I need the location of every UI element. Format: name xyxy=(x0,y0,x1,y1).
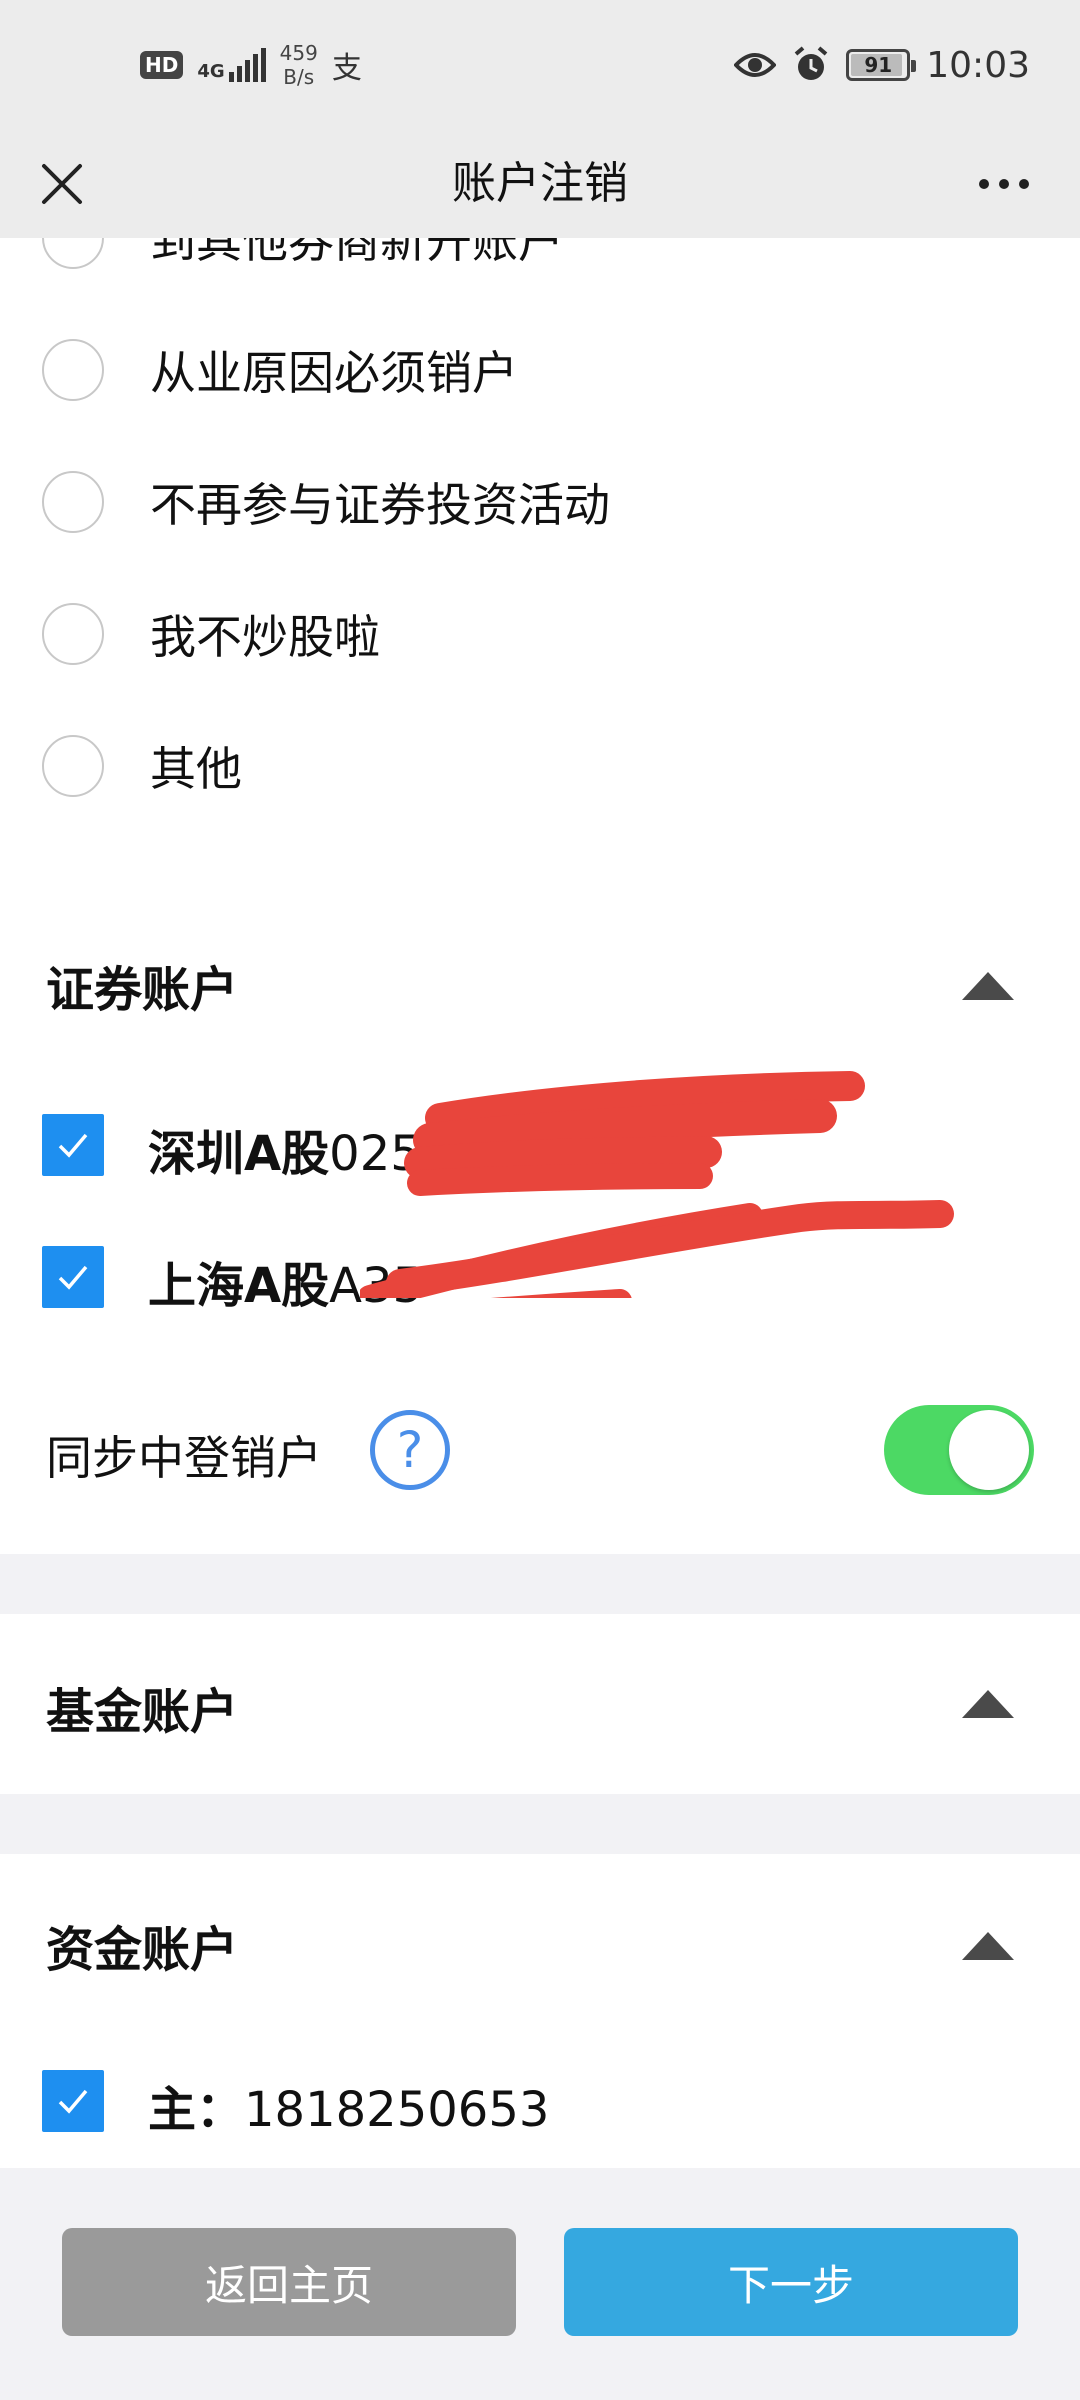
collapse-icon[interactable] xyxy=(962,1932,1014,1960)
reason-option[interactable]: 其他 xyxy=(0,700,1080,832)
network-type: 4G xyxy=(197,61,225,82)
checkbox-capital-main[interactable] xyxy=(42,2070,104,2132)
radio-button[interactable] xyxy=(42,735,104,797)
bottom-action-bar: 返回主页 下一步 xyxy=(0,2168,1080,2400)
hd-icon: HD xyxy=(140,51,184,79)
market-name: 上海A股 xyxy=(148,1258,330,1314)
close-icon xyxy=(42,164,82,204)
radio-button[interactable] xyxy=(42,471,104,533)
radio-button[interactable] xyxy=(42,238,104,269)
reason-option[interactable]: 到其他券商新开账户 xyxy=(0,238,1080,304)
content-area[interactable]: 到其他券商新开账户 从业原因必须销户 不再参与证券投资活动 我不炒股啦 其他 证… xyxy=(0,238,1080,2168)
close-button[interactable] xyxy=(30,152,94,216)
check-icon xyxy=(58,1265,88,1290)
sync-label: 同步中登销户 xyxy=(46,1431,322,1485)
page-title: 账户注销 xyxy=(452,158,628,209)
signal-icon: 4G xyxy=(197,48,266,82)
redaction-scribble xyxy=(360,1071,954,1298)
reason-label: 从业原因必须销户 xyxy=(150,346,518,400)
checkbox-shanghai-a[interactable] xyxy=(42,1246,104,1308)
toggle-knob xyxy=(949,1410,1029,1490)
collapse-icon[interactable] xyxy=(962,972,1014,1000)
reason-label: 其他 xyxy=(150,742,242,796)
reason-label: 不再参与证券投资活动 xyxy=(150,478,610,532)
clock: 10:03 xyxy=(926,44,1030,86)
checkbox-shenzhen-a[interactable] xyxy=(42,1114,104,1176)
collapse-icon[interactable] xyxy=(962,1690,1014,1718)
reason-label: 我不炒股啦 xyxy=(150,610,380,664)
status-right: 91 10:03 xyxy=(734,40,1030,90)
title-bar: 账户注销 xyxy=(0,130,1080,238)
check-icon xyxy=(58,1133,88,1158)
reason-option[interactable]: 不再参与证券投资活动 xyxy=(0,436,1080,568)
check-icon xyxy=(58,2089,88,2114)
more-options-button[interactable] xyxy=(954,152,1054,216)
battery-level: 91 xyxy=(864,53,893,77)
sync-toggle[interactable] xyxy=(884,1405,1034,1495)
market-name: 深圳A股 xyxy=(148,1126,330,1182)
eye-icon xyxy=(734,53,777,77)
reason-option[interactable]: 从业原因必须销户 xyxy=(0,304,1080,436)
next-step-button[interactable]: 下一步 xyxy=(564,2228,1018,2336)
radio-button[interactable] xyxy=(42,603,104,665)
more-dot-icon xyxy=(999,179,1009,189)
fund-account-section: 基金账户 xyxy=(0,1614,1080,1794)
alipay-icon: 支 xyxy=(331,51,362,86)
capital-main-account: 主：1818250653 xyxy=(148,2070,549,2140)
main-prefix: 主： xyxy=(148,2082,245,2138)
section-title: 资金账户 xyxy=(46,1922,239,1978)
account-number: 1818250653 xyxy=(244,2082,550,2138)
return-home-button[interactable]: 返回主页 xyxy=(62,2228,516,2336)
status-bar: HD 4G 459 B/s 支 91 10:03 xyxy=(0,0,1080,130)
alarm-icon xyxy=(794,46,828,80)
securities-account-section: 证券账户 深圳A股0253 上海A股A35 同步中登销户 ? xyxy=(0,898,1080,1554)
reason-label: 到其他券商新开账户 xyxy=(150,238,564,268)
more-dot-icon xyxy=(1019,179,1029,189)
reason-option[interactable]: 我不炒股啦 xyxy=(0,568,1080,700)
radio-button[interactable] xyxy=(42,339,104,401)
capital-account-section: 资金账户 主：1818250653 xyxy=(0,1854,1080,2168)
network-speed: 459 B/s xyxy=(279,41,318,89)
help-icon[interactable]: ? xyxy=(370,1410,450,1490)
status-left: HD 4G 459 B/s 支 xyxy=(140,40,362,90)
battery-icon: 91 xyxy=(846,49,917,81)
section-title: 基金账户 xyxy=(46,1684,239,1740)
more-dot-icon xyxy=(979,179,989,189)
section-title: 证券账户 xyxy=(46,962,239,1018)
